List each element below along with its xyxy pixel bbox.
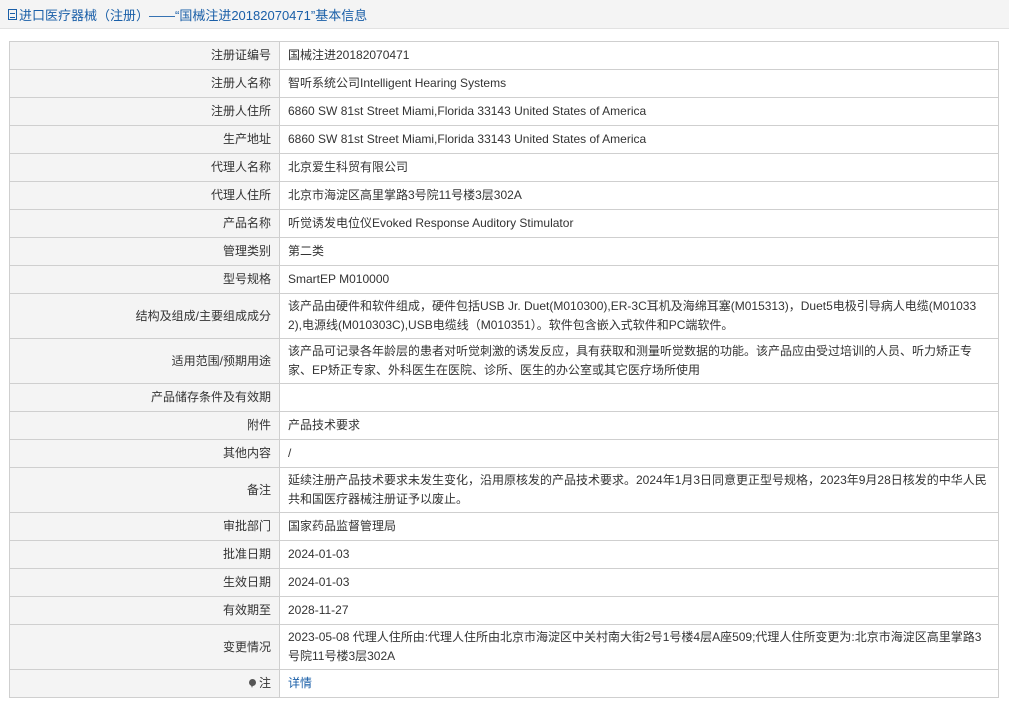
table-row: 审批部门 国家药品监督管理局 [9,512,999,541]
row-value: 6860 SW 81st Street Miami,Florida 33143 … [279,97,999,126]
note-value-cell: 详情 [279,669,999,698]
table-row: 注册证编号 国械注进20182070471 [9,41,999,70]
table-row: 生效日期 2024-01-03 [9,568,999,597]
row-label: 备注 [9,467,280,513]
table-row: 结构及组成/主要组成成分 该产品由硬件和软件组成，硬件包括USB Jr. Due… [9,293,999,339]
table-row: 其他内容 / [9,439,999,468]
row-label: 代理人名称 [9,153,280,182]
table-row: 备注 延续注册产品技术要求未发生变化，沿用原核发的产品技术要求。2024年1月3… [9,467,999,513]
table-row: 变更情况 2023-05-08 代理人住所由:代理人住所由北京市海淀区中关村南大… [9,624,999,670]
row-label: 管理类别 [9,237,280,266]
info-table: 注册证编号 国械注进20182070471 注册人名称 智听系统公司Intell… [9,41,999,698]
row-value: 产品技术要求 [279,411,999,440]
row-label: 批准日期 [9,540,280,569]
row-value: 北京爱生科贸有限公司 [279,153,999,182]
details-link[interactable]: 详情 [288,676,312,690]
table-row: 产品储存条件及有效期 [9,383,999,412]
row-label: 有效期至 [9,596,280,625]
note-label-cell: 注 [9,669,280,698]
row-label: 附件 [9,411,280,440]
row-label: 适用范围/预期用途 [9,338,280,384]
document-icon [8,8,17,20]
table-row: 适用范围/预期用途 该产品可记录各年龄层的患者对听觉刺激的诱发反应，具有获取和测… [9,338,999,384]
row-label: 注册人名称 [9,69,280,98]
row-label: 结构及组成/主要组成成分 [9,293,280,339]
row-label: 审批部门 [9,512,280,541]
row-value: 北京市海淀区高里掌路3号院11号楼3层302A [279,181,999,210]
row-value: 2024-01-03 [279,568,999,597]
table-row: 注册人名称 智听系统公司Intelligent Hearing Systems [9,69,999,98]
row-label: 产品储存条件及有效期 [9,383,280,412]
row-value: 该产品由硬件和软件组成，硬件包括USB Jr. Duet(M010300),ER… [279,293,999,339]
pin-icon [248,679,256,688]
row-value: 第二类 [279,237,999,266]
row-value: 2023-05-08 代理人住所由:代理人住所由北京市海淀区中关村南大街2号1号… [279,624,999,670]
table-row: 有效期至 2028-11-27 [9,596,999,625]
table-row: 管理类别 第二类 [9,237,999,266]
row-label: 生效日期 [9,568,280,597]
row-value: 2024-01-03 [279,540,999,569]
row-label: 其他内容 [9,439,280,468]
row-value: 国械注进20182070471 [279,41,999,70]
row-value: 2028-11-27 [279,596,999,625]
row-value: 听觉诱发电位仪Evoked Response Auditory Stimulat… [279,209,999,238]
note-row: 注 详情 [9,669,999,698]
table-row: 代理人名称 北京爱生科贸有限公司 [9,153,999,182]
row-label: 注册证编号 [9,41,280,70]
page-title: 进口医疗器械（注册）——“国械注进20182070471”基本信息 [19,7,368,23]
note-label: 注 [258,676,271,690]
table-row: 附件 产品技术要求 [9,411,999,440]
row-value: / [279,439,999,468]
row-label: 变更情况 [9,624,280,670]
row-value: 6860 SW 81st Street Miami,Florida 33143 … [279,125,999,154]
row-label: 注册人住所 [9,97,280,126]
row-label: 代理人住所 [9,181,280,210]
table-row: 注册人住所 6860 SW 81st Street Miami,Florida … [9,97,999,126]
table-row: 产品名称 听觉诱发电位仪Evoked Response Auditory Sti… [9,209,999,238]
table-row: 批准日期 2024-01-03 [9,540,999,569]
row-value: 国家药品监督管理局 [279,512,999,541]
table-row: 生产地址 6860 SW 81st Street Miami,Florida 3… [9,125,999,154]
table-row: 型号规格 SmartEP M010000 [9,265,999,294]
row-value: 该产品可记录各年龄层的患者对听觉刺激的诱发反应，具有获取和测量听觉数据的功能。该… [279,338,999,384]
row-value [279,383,999,412]
table-row: 代理人住所 北京市海淀区高里掌路3号院11号楼3层302A [9,181,999,210]
row-value: 延续注册产品技术要求未发生变化，沿用原核发的产品技术要求。2024年1月3日同意… [279,467,999,513]
row-label: 生产地址 [9,125,280,154]
row-value: 智听系统公司Intelligent Hearing Systems [279,69,999,98]
row-label: 产品名称 [9,209,280,238]
row-label: 型号规格 [9,265,280,294]
page-header: 进口医疗器械（注册）——“国械注进20182070471”基本信息 [0,0,1009,29]
row-value: SmartEP M010000 [279,265,999,294]
